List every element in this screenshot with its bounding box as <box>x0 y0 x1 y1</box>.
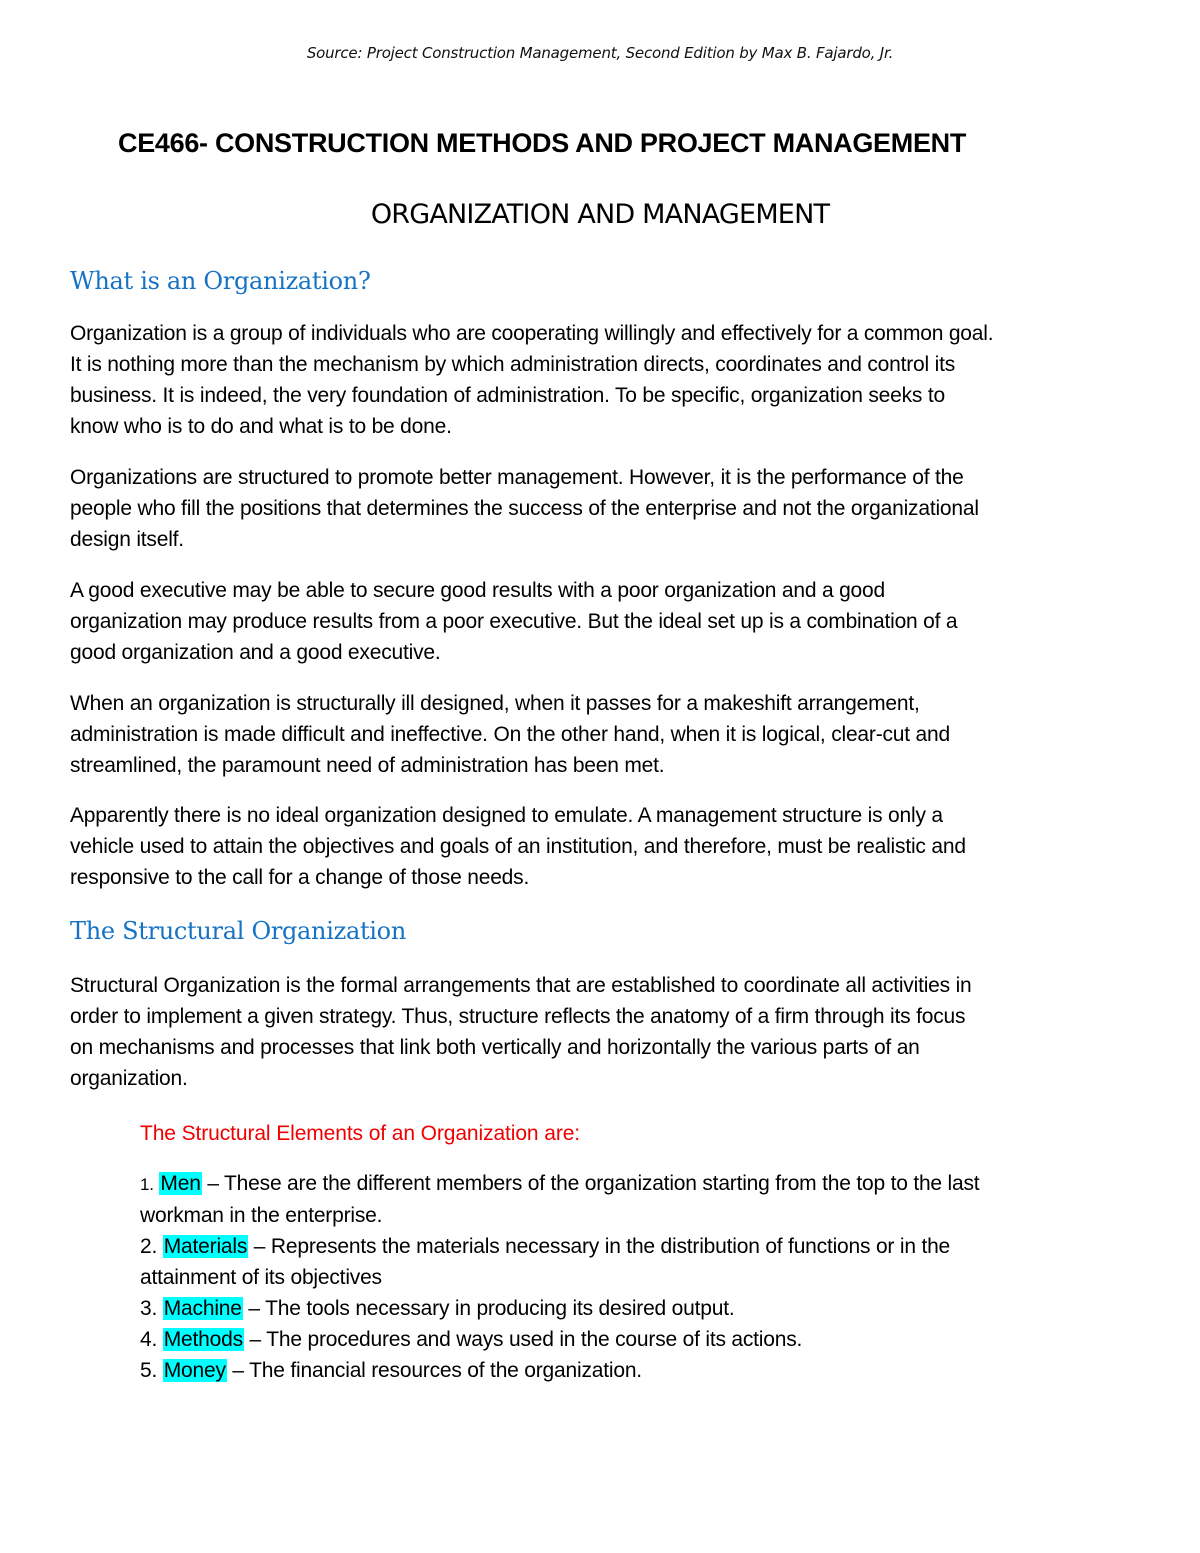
paragraph-line: It is nothing more than the mechanism by… <box>70 353 956 376</box>
highlighted-term: Money <box>162 1359 227 1382</box>
list-item-materials: 2. Materials – Represents the materials … <box>140 1231 1140 1262</box>
document-title: ORGANIZATION AND MANAGEMENT <box>370 199 830 230</box>
document-page: Source: Project Construction Management,… <box>0 0 1200 1553</box>
source-citation: Source: Project Construction Management,… <box>306 44 894 62</box>
list-item-description: – The tools necessary in producing its d… <box>242 1297 735 1320</box>
paragraph-line: streamlined, the paramount need of admin… <box>70 754 665 777</box>
paragraph-line: Structural Organization is the formal ar… <box>70 974 972 997</box>
paragraph-line: Organization is a group of individuals w… <box>70 322 994 345</box>
paragraph-line: responsive to the call for a change of t… <box>70 866 530 889</box>
paragraph-line: people who fill the positions that deter… <box>70 497 979 520</box>
paragraph-line: on mechanisms and processes that link bo… <box>70 1036 920 1059</box>
list-item-methods: 4. Methods – The procedures and ways use… <box>140 1324 1140 1355</box>
paragraph: When an organization is structurally ill… <box>70 688 1150 781</box>
paragraph-line: design itself. <box>70 528 184 551</box>
paragraph-line: organization may produce results from a … <box>70 610 958 633</box>
paragraph-line: business. It is indeed, the very foundat… <box>70 384 945 407</box>
paragraph-line: know who is to do and what is to be done… <box>70 415 452 438</box>
list-item-men: 1. Men – These are the different members… <box>140 1168 1140 1200</box>
list-number: 2. <box>140 1235 158 1258</box>
paragraph-line: good organization and a good executive. <box>70 641 441 664</box>
paragraph-line: vehicle used to attain the objectives an… <box>70 835 966 858</box>
highlighted-term: Men <box>159 1172 202 1195</box>
list-number: 3. <box>140 1297 158 1320</box>
list-item-description: – The financial resources of the organiz… <box>226 1359 642 1382</box>
structural-elements-list: 1. Men – These are the different members… <box>140 1168 1140 1386</box>
paragraph: A good executive may be able to secure g… <box>70 575 1150 668</box>
list-number: 1. <box>140 1175 154 1194</box>
highlighted-term: Materials <box>162 1235 249 1258</box>
list-number: 5. <box>140 1359 158 1382</box>
section-heading-what-is-organization: What is an Organization? <box>70 267 371 295</box>
paragraph-line: Apparently there is no ideal organizatio… <box>70 804 943 827</box>
paragraph: Apparently there is no ideal organizatio… <box>70 800 1150 893</box>
section-heading-structural-organization: The Structural Organization <box>70 917 406 945</box>
paragraph: Structural Organization is the formal ar… <box>70 970 1150 1094</box>
list-item-money: 5. Money – The financial resources of th… <box>140 1355 1140 1386</box>
paragraph: Organization is a group of individuals w… <box>70 318 1150 442</box>
highlighted-term: Methods <box>162 1328 244 1351</box>
list-item-machine: 3. Machine – The tools necessary in prod… <box>140 1293 1140 1324</box>
list-item-continuation: attainment of its objectives <box>140 1266 382 1289</box>
paragraph: Organizations are structured to promote … <box>70 462 1150 555</box>
list-item-description: – The procedures and ways used in the co… <box>243 1328 803 1351</box>
list-item-description: – Represents the materials necessary in … <box>248 1235 951 1258</box>
structural-elements-heading: The Structural Elements of an Organizati… <box>140 1122 581 1145</box>
list-item-description: – These are the different members of the… <box>201 1172 980 1195</box>
paragraph-line: administration is made difficult and ine… <box>70 723 950 746</box>
paragraph-line: A good executive may be able to secure g… <box>70 579 885 602</box>
list-number: 4. <box>140 1328 158 1351</box>
paragraph-line: Organizations are structured to promote … <box>70 466 964 489</box>
list-item-continuation: workman in the enterprise. <box>140 1204 383 1227</box>
paragraph-line: organization. <box>70 1067 188 1090</box>
course-title: CE466- CONSTRUCTION METHODS AND PROJECT … <box>118 128 967 158</box>
paragraph-line: When an organization is structurally ill… <box>70 692 920 715</box>
paragraph-line: order to implement a given strategy. Thu… <box>70 1005 966 1028</box>
highlighted-term: Machine <box>162 1297 243 1320</box>
